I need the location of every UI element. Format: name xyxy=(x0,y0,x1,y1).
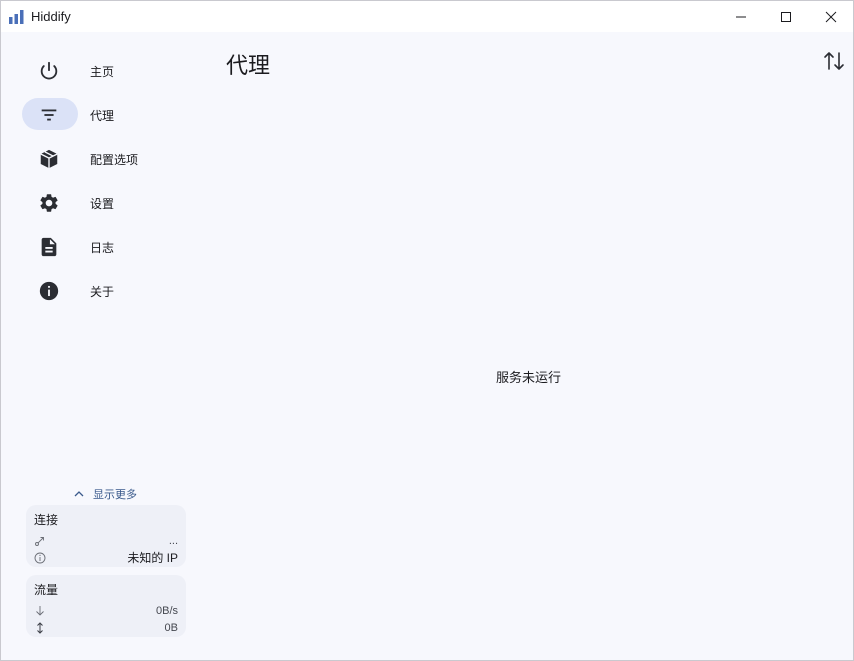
sidebar-item-label: 配置选项 xyxy=(90,153,139,167)
sidebar-item-settings[interactable]: 设置 xyxy=(22,186,182,218)
arrow-up-down-icon xyxy=(34,621,46,634)
sidebar-item-profiles[interactable]: 配置选项 xyxy=(22,142,182,174)
ip-address: 未知的 IP xyxy=(127,551,178,565)
show-more-label: 显示更多 xyxy=(93,489,137,501)
sidebar-item-label: 关于 xyxy=(90,285,115,299)
traffic-total: 0B xyxy=(164,621,178,634)
total-row: 0B xyxy=(34,619,178,636)
traffic-card-title: 流量 xyxy=(34,583,59,597)
chevron-up-icon xyxy=(74,491,84,497)
info-outline-icon xyxy=(34,552,46,564)
package-icon xyxy=(38,148,60,170)
title-bar: Hiddify xyxy=(1,1,853,32)
page-title: 代理 xyxy=(226,53,271,78)
arrow-down-icon xyxy=(34,605,46,617)
power-icon xyxy=(38,60,60,82)
link-icon xyxy=(34,535,46,547)
sidebar-item-label: 设置 xyxy=(90,197,115,211)
speed-row: 0B/s xyxy=(34,602,178,619)
sidebar-item-proxy[interactable]: 代理 xyxy=(22,98,182,130)
hiddify-logo-icon xyxy=(9,10,24,24)
sidebar-item-about[interactable]: 关于 xyxy=(22,274,182,306)
document-icon xyxy=(38,236,60,258)
sidebar-item-logs[interactable]: 日志 xyxy=(22,230,182,262)
gear-icon xyxy=(38,192,60,214)
sidebar-item-label: 日志 xyxy=(90,241,115,255)
maximize-button[interactable] xyxy=(763,1,809,32)
info-icon xyxy=(38,280,60,302)
sidebar-item-label: 代理 xyxy=(90,109,115,123)
traffic-speed: 0B/s xyxy=(155,604,178,617)
traffic-card[interactable]: 流量 0B/s 0B xyxy=(26,575,186,637)
service-not-running-message: 服务未运行 xyxy=(496,370,562,385)
show-more-button[interactable]: 显示更多 xyxy=(73,486,137,502)
maximize-icon xyxy=(781,11,791,22)
close-button[interactable] xyxy=(808,1,854,32)
connection-status-row: ... xyxy=(34,532,178,549)
filter-icon xyxy=(38,104,60,126)
close-icon xyxy=(825,11,837,22)
sidebar-item-home[interactable]: 主页 xyxy=(22,54,182,86)
connection-card-title: 连接 xyxy=(34,513,59,527)
sort-icon xyxy=(824,52,844,70)
sidebar-item-label: 主页 xyxy=(90,65,115,79)
sort-button[interactable] xyxy=(821,49,847,73)
minimize-button[interactable] xyxy=(718,1,764,32)
connection-status: ... xyxy=(168,534,178,547)
minimize-icon xyxy=(736,16,746,17)
ip-row: 未知的 IP xyxy=(34,549,178,566)
app-title: Hiddify xyxy=(31,9,71,24)
connection-card[interactable]: 连接 ... 未知的 IP xyxy=(26,505,186,567)
